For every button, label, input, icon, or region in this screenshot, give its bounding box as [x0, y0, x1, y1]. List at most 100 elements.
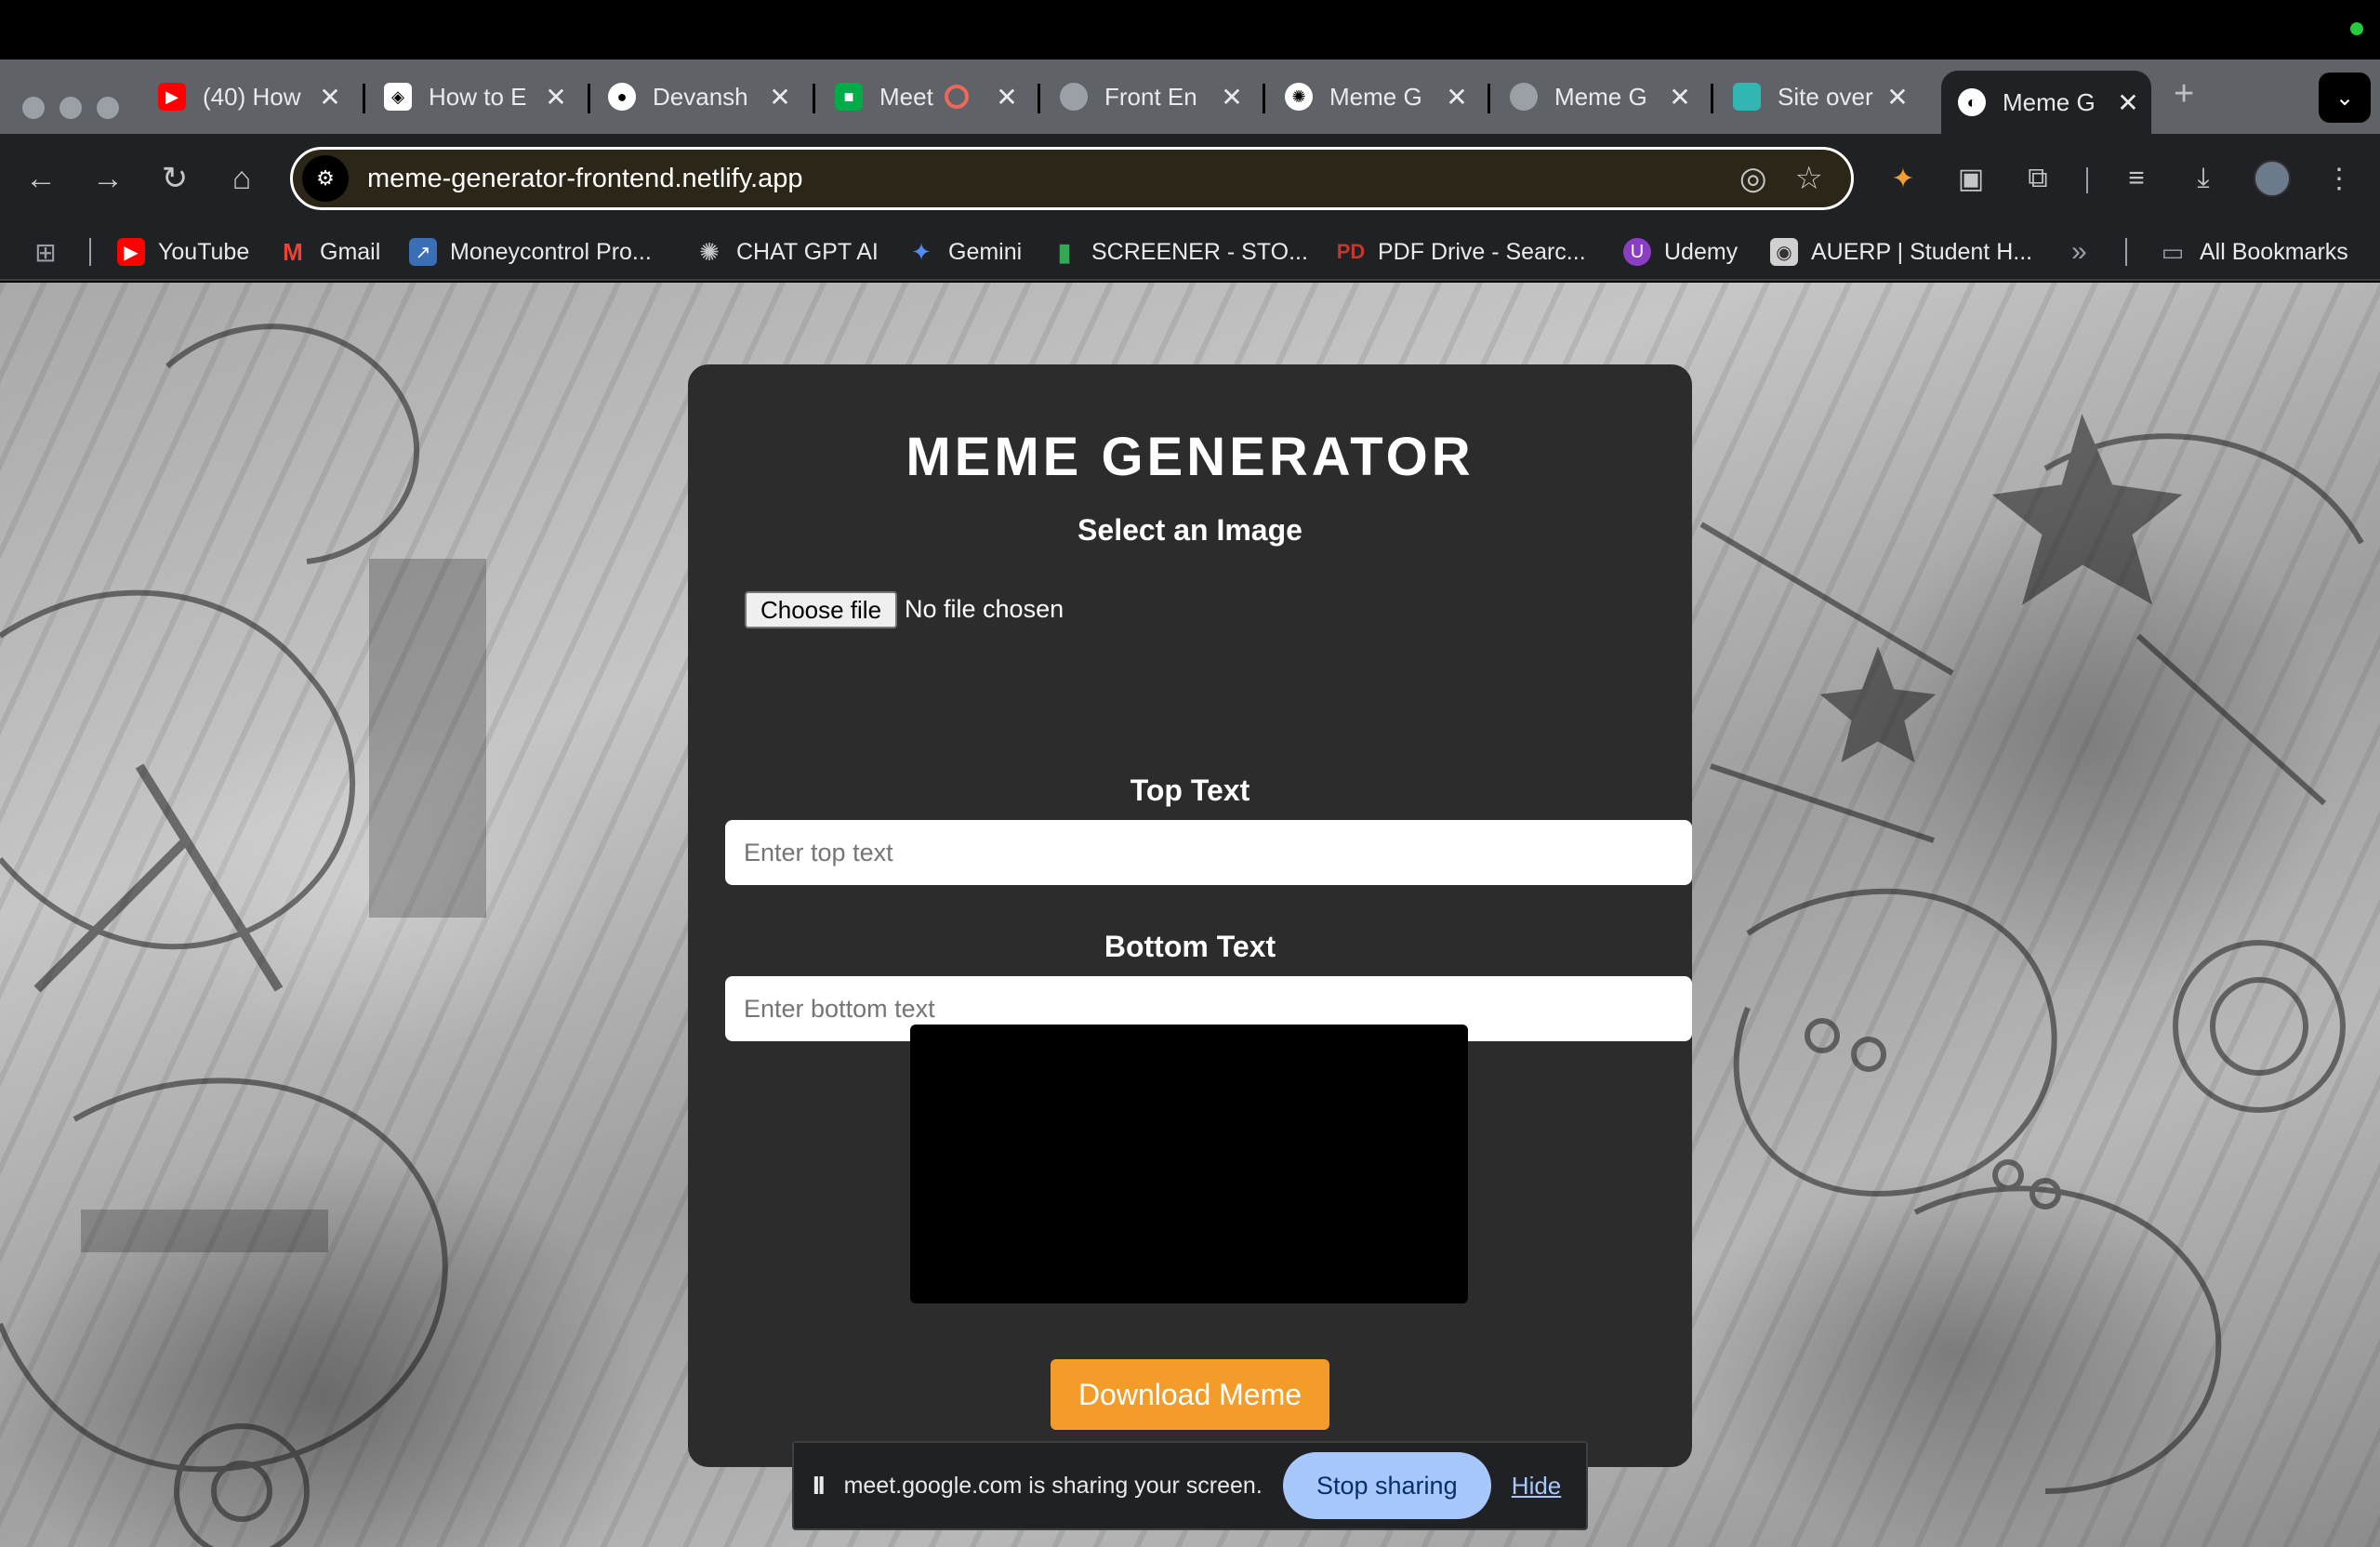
pdf-drive-icon: PD: [1336, 240, 1366, 263]
close-icon[interactable]: ✕: [2114, 87, 2142, 118]
bookmark-label: SCREENER - STO...: [1091, 238, 1308, 265]
bookmark-divider: [2125, 238, 2127, 266]
hide-link[interactable]: Hide: [1512, 1472, 1561, 1501]
gmail-icon: M: [283, 237, 303, 266]
close-icon[interactable]: ✕: [1884, 82, 1911, 112]
tab-title: Meme G: [2003, 87, 2096, 116]
tab-divider: [588, 84, 590, 113]
select-image-label: Select an Image: [1078, 513, 1302, 547]
globe-icon: [1060, 83, 1088, 111]
bookmark-udemy[interactable]: U Udemy: [1623, 236, 1738, 268]
camera-indicator-icon: [2350, 22, 2363, 35]
bookmark-star-icon[interactable]: ☆: [1795, 160, 1823, 197]
extension-sparkle-icon[interactable]: ✦: [1883, 158, 1924, 199]
tab-meme-g[interactable]: Meme G ✕: [1510, 73, 1694, 121]
reload-icon[interactable]: ↻: [156, 160, 193, 197]
bookmark-label: Gemini: [948, 238, 1023, 265]
forward-icon[interactable]: →: [89, 160, 126, 197]
udemy-icon: U: [1623, 238, 1651, 266]
google-meet-icon: ■: [835, 83, 863, 111]
openai-icon: ✺: [699, 237, 720, 266]
bookmark-label: AUERP | Student H...: [1811, 238, 2033, 265]
top-text-input[interactable]: [725, 820, 1692, 885]
url-text[interactable]: meme-generator-frontend.netlify.app: [367, 164, 1739, 194]
recording-icon: [945, 85, 969, 109]
maximize-window-button[interactable]: [97, 97, 119, 119]
back-icon[interactable]: ←: [22, 160, 60, 197]
globe-icon: ◐: [1958, 88, 1986, 116]
close-icon[interactable]: ✕: [542, 82, 570, 112]
close-icon[interactable]: ✕: [1443, 82, 1471, 112]
browser-toolbar: ← → ↻ ⌂ ⚙ meme-generator-frontend.netlif…: [0, 134, 2380, 223]
reading-list-icon[interactable]: ≡: [2116, 158, 2157, 199]
bookmark-label: Udemy: [1664, 238, 1739, 265]
tab-front-end[interactable]: Front En ✕: [1060, 73, 1246, 121]
bookmarks-overflow-icon[interactable]: »: [2071, 236, 2087, 268]
bookmark-gemini[interactable]: ✦ Gemini: [907, 236, 1022, 268]
tab-site-overview[interactable]: Site over ✕: [1733, 73, 1911, 121]
page-title: MEME GENERATOR: [906, 427, 1474, 487]
meme-preview-canvas: [910, 1025, 1468, 1303]
close-icon[interactable]: ✕: [1666, 82, 1694, 112]
stop-sharing-button[interactable]: Stop sharing: [1282, 1452, 1491, 1519]
bookmark-label: All Bookmarks: [2200, 238, 2348, 265]
tab-youtube[interactable]: ▶ (40) How ✕: [158, 73, 344, 121]
more-menu-icon[interactable]: ⋮: [2319, 158, 2360, 199]
tab-meme-generator-active[interactable]: ◐ Meme G ✕: [1941, 71, 2151, 134]
bookmark-chat-gpt[interactable]: ✺ CHAT GPT AI: [695, 236, 879, 268]
folder-icon: ▭: [2161, 237, 2185, 266]
tab-search-button[interactable]: ⌄: [2319, 73, 2371, 123]
tab-bar: ▶ (40) How ✕ ◈ How to E ✕ ● Devansh ✕ ■ …: [0, 60, 2380, 134]
bookmark-label: PDF Drive - Searc...: [1378, 238, 1586, 265]
bottom-text-label: Bottom Text: [1104, 930, 1276, 963]
top-text-label: Top Text: [1130, 774, 1250, 807]
bookmark-moneycontrol[interactable]: ↗ Moneycontrol Pro...: [409, 236, 652, 268]
minimize-window-button[interactable]: [60, 97, 82, 119]
github-icon: ●: [608, 83, 636, 111]
close-icon[interactable]: ✕: [1218, 82, 1246, 112]
tab-title: (40) How: [203, 82, 301, 111]
new-tab-button[interactable]: +: [2174, 74, 2194, 114]
notion-icon[interactable]: ▣: [1950, 158, 1991, 199]
bookmark-gmail[interactable]: M Gmail: [279, 236, 380, 268]
site-info-icon[interactable]: ⚙: [302, 155, 349, 202]
tab-divider: [1711, 84, 1713, 113]
close-icon[interactable]: ✕: [766, 82, 794, 112]
tab-meet[interactable]: ■ Meet ✕: [835, 73, 1021, 121]
address-bar[interactable]: ⚙ meme-generator-frontend.netlify.app ◎ …: [290, 147, 1854, 210]
tab-meme-gpt[interactable]: ✺ Meme G ✕: [1285, 73, 1471, 121]
bookmark-screener[interactable]: ▮ SCREENER - STO...: [1051, 236, 1308, 268]
bookmark-pdf-drive[interactable]: PD PDF Drive - Searc...: [1337, 236, 1586, 268]
bookmark-auerp[interactable]: ◉ AUERP | Student H...: [1770, 236, 2032, 268]
tab-title: Site over: [1778, 82, 1873, 111]
close-icon[interactable]: ✕: [993, 82, 1021, 112]
openai-icon: ✺: [1285, 83, 1313, 111]
close-icon[interactable]: ✕: [316, 82, 344, 112]
auerp-icon: ◉: [1770, 238, 1798, 266]
avatar[interactable]: [2254, 160, 2291, 197]
bookmarks-bar: ⊞ ▶ YouTube M Gmail ↗ Moneycontrol Pro..…: [0, 223, 2380, 281]
extensions-puzzle-icon[interactable]: ⧉: [2017, 158, 2058, 199]
bookmark-label: YouTube: [158, 238, 250, 265]
tab-github[interactable]: ● Devansh ✕: [608, 73, 794, 121]
codepen-icon: ◈: [384, 83, 412, 111]
share-status-text: meet.google.com is sharing your screen.: [843, 1472, 1263, 1499]
screen-share-bar: II meet.google.com is sharing your scree…: [792, 1441, 1588, 1530]
download-icon[interactable]: ⤓: [2183, 158, 2224, 199]
download-meme-button[interactable]: Download Meme: [1051, 1359, 1329, 1430]
choose-file-button[interactable]: Choose file: [745, 591, 897, 628]
close-window-button[interactable]: [22, 97, 45, 119]
file-status-text: No file chosen: [905, 595, 1064, 623]
meme-generator-card: MEME GENERATOR Select an Image Choose fi…: [688, 364, 1692, 1467]
bookmark-label: Moneycontrol Pro...: [450, 238, 652, 265]
home-icon[interactable]: ⌂: [223, 160, 260, 197]
tab-divider: [1488, 84, 1490, 113]
tab-codepen[interactable]: ◈ How to E ✕: [384, 73, 570, 121]
bookmark-youtube[interactable]: ▶ YouTube: [117, 236, 249, 268]
youtube-icon: ▶: [117, 238, 145, 266]
eye-off-icon[interactable]: ◎: [1739, 160, 1767, 197]
screener-icon: ▮: [1057, 237, 1072, 266]
drag-handle-icon[interactable]: II: [813, 1471, 825, 1501]
all-bookmarks-folder[interactable]: ▭ All Bookmarks: [2159, 236, 2348, 268]
apps-grid-icon[interactable]: ⊞: [32, 236, 73, 268]
